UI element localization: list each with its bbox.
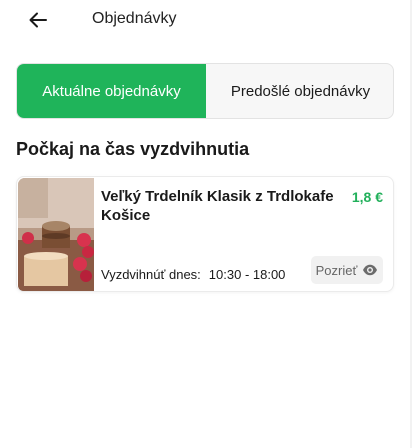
arrow-left-icon: [29, 12, 47, 28]
app-header: Objednávky: [0, 0, 410, 40]
order-price: 1,8 €: [351, 189, 383, 205]
view-order-button[interactable]: Pozrieť: [311, 256, 383, 284]
view-button-label: Pozrieť: [315, 262, 358, 278]
tab-previous-orders[interactable]: Predošlé objednávky: [206, 64, 393, 118]
product-image: [18, 178, 94, 291]
order-item-name: Veľký Trdelník Klasik z Trdlokafe Košice: [101, 188, 334, 224]
pickup-info: Vyzdvihnúť dnes: 10:30 - 18:00: [101, 267, 285, 282]
section-title: Počkaj na čas vyzdvihnutia: [16, 139, 250, 159]
eye-icon: [363, 264, 378, 276]
tab-current-orders[interactable]: Aktuálne objednávky: [17, 64, 206, 118]
back-button[interactable]: [26, 8, 50, 32]
orders-tabs: Aktuálne objednávky Predošlé objednávky: [16, 63, 394, 119]
page-title: Objednávky: [92, 10, 177, 27]
pickup-label: Vyzdvihnúť dnes:: [101, 267, 201, 282]
order-card[interactable]: Veľký Trdelník Klasik z Trdlokafe Košice…: [16, 176, 394, 292]
pickup-time: 10:30 - 18:00: [208, 267, 286, 282]
